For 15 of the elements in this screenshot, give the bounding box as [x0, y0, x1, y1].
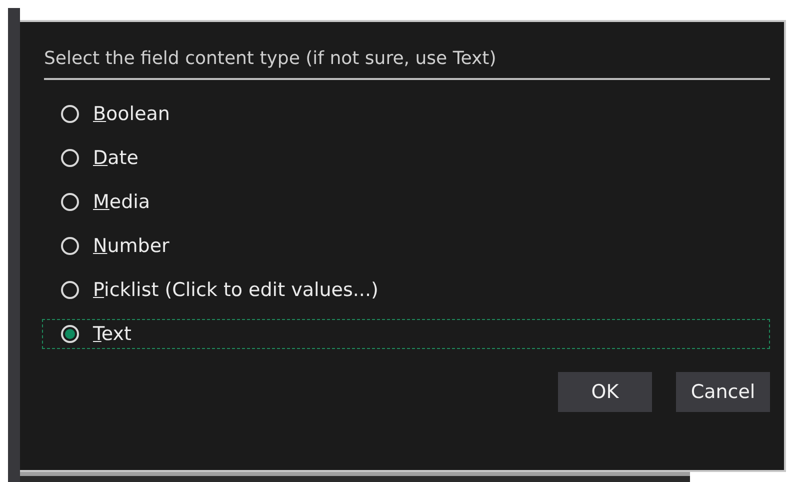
- option-label[interactable]: Date: [93, 147, 138, 169]
- option-label[interactable]: Text: [93, 323, 132, 345]
- radio-button[interactable]: [61, 149, 79, 167]
- radio-button[interactable]: [61, 281, 79, 299]
- radio-button[interactable]: [61, 193, 79, 211]
- option-label[interactable]: Picklist (Click to edit values...): [93, 279, 378, 301]
- option-label[interactable]: Number: [93, 235, 170, 257]
- dialog-prompt: Select the field content type (if not sure, use Text): [44, 48, 770, 80]
- option-label[interactable]: Media: [93, 191, 150, 213]
- radio-button[interactable]: [61, 105, 79, 123]
- cancel-button[interactable]: Cancel: [676, 372, 770, 412]
- ok-button[interactable]: OK: [558, 372, 652, 412]
- radio-button[interactable]: [61, 237, 79, 255]
- radio-button[interactable]: [61, 325, 79, 343]
- option-label[interactable]: Boolean: [93, 103, 170, 125]
